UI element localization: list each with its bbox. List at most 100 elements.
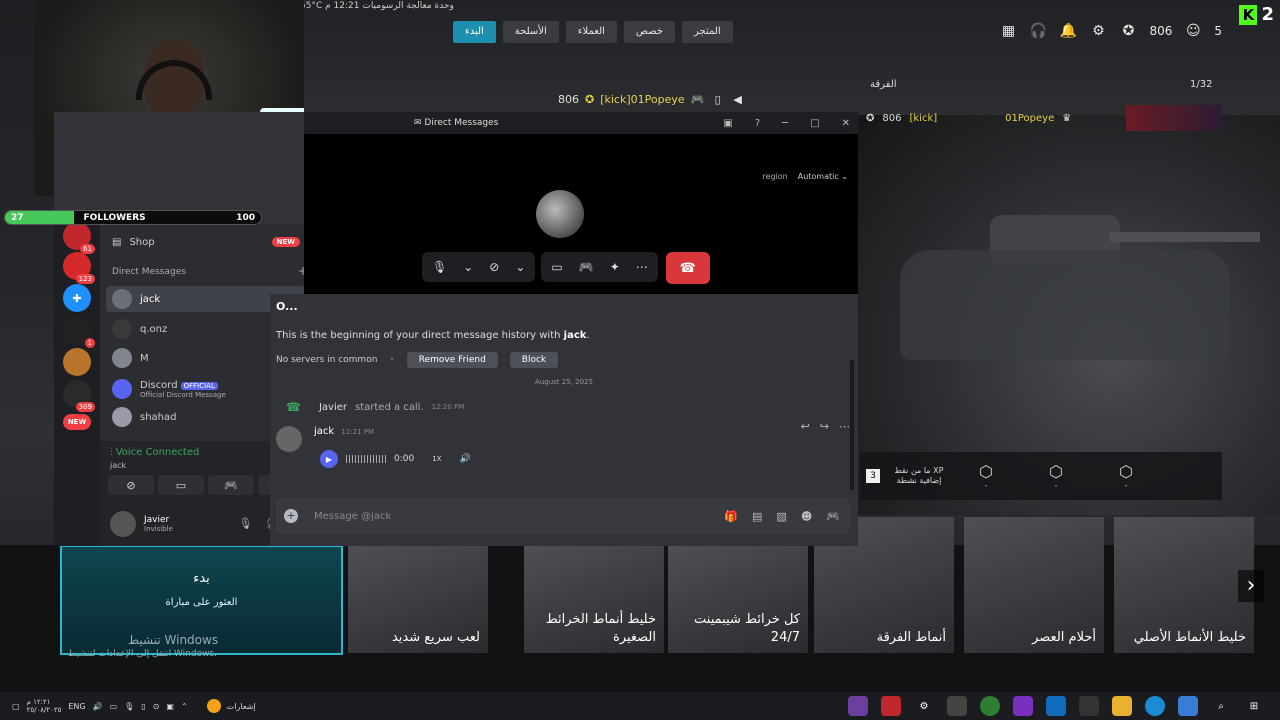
playback-speed[interactable]: 1X	[432, 455, 441, 463]
bell-icon[interactable]: 🔔	[1059, 22, 1077, 40]
tray-app-icon[interactable]: ⊙	[153, 702, 160, 711]
gear-icon[interactable]: ⚙	[1089, 22, 1107, 40]
outlook-icon[interactable]	[1046, 696, 1066, 716]
taskbar-app-icon[interactable]	[947, 696, 967, 716]
sticker-icon[interactable]: ▧	[776, 510, 786, 523]
camera-off-button[interactable]: ⊘	[108, 475, 154, 495]
minimize-icon[interactable]: ─	[782, 118, 788, 129]
battery-icon[interactable]: ▯	[141, 702, 145, 711]
chevron-up-icon[interactable]: ⌃	[181, 702, 188, 711]
grid-icon[interactable]: ▦	[999, 22, 1017, 40]
playlist-tile[interactable]: خليط أنماط الخرائط الصغيرة	[524, 545, 664, 653]
avatar	[112, 348, 132, 368]
tab-play[interactable]: البدء	[453, 21, 496, 43]
search-icon[interactable]: ⌕	[1211, 696, 1231, 716]
block-button[interactable]: Block	[509, 352, 559, 368]
server-icon[interactable]: ✚	[63, 284, 91, 312]
server-new-badge[interactable]: NEW	[63, 414, 91, 430]
voice-message: ▶ 0:00 1X 🔊	[320, 450, 471, 468]
server-icon[interactable]: 309	[63, 380, 95, 412]
find-match-card[interactable]: بدء العثور على مباراة تنشيط Windows انتق…	[60, 545, 343, 659]
server-icon[interactable]: 1	[63, 316, 95, 348]
message-author[interactable]: jack	[314, 426, 334, 437]
server-icon[interactable]: 123	[63, 252, 95, 284]
microphone-icon[interactable]: 🎙	[432, 260, 447, 274]
help-icon[interactable]: ?	[755, 118, 760, 129]
soundboard-icon[interactable]: ✦	[610, 260, 620, 274]
remove-friend-button[interactable]: Remove Friend	[406, 352, 498, 368]
settings-icon[interactable]: ⚙	[914, 696, 934, 716]
add-attachment-icon[interactable]: +	[284, 509, 298, 523]
emoji-icon[interactable]: ☻	[801, 510, 812, 523]
taskbar-app-icon[interactable]	[1013, 696, 1033, 716]
gift-icon[interactable]: 🎁	[724, 510, 738, 523]
activity-button[interactable]: 🎮	[208, 475, 254, 495]
server-icon[interactable]	[63, 348, 91, 376]
playlist-tile[interactable]: خليط الأنماط الأصلي	[1114, 517, 1254, 653]
store-icon[interactable]	[1079, 696, 1099, 716]
microphone-icon[interactable]: 🎙	[238, 517, 252, 530]
chevron-down-icon[interactable]: ⌄	[463, 260, 473, 274]
screen-share-button[interactable]: ▭	[158, 475, 204, 495]
tab-store[interactable]: المتجر	[682, 21, 733, 43]
inbox-icon[interactable]: ▣	[723, 118, 732, 129]
more-icon[interactable]: ⋯	[636, 260, 648, 274]
headset-icon[interactable]: 🎧	[1029, 22, 1047, 40]
edge-icon[interactable]	[1145, 696, 1165, 716]
language-indicator[interactable]: ENG	[68, 702, 85, 711]
more-icon[interactable]: ⋯	[839, 420, 850, 433]
avatar[interactable]	[110, 510, 136, 537]
speaker-icon[interactable]: ◀	[731, 92, 745, 106]
call-user[interactable]: Javier	[319, 402, 347, 413]
gif-icon[interactable]: ▤	[752, 510, 762, 523]
leader-icon: ♛	[1062, 112, 1072, 124]
taskbar-app-icon[interactable]	[881, 696, 901, 716]
clock[interactable]: ١٢:٢١ م ٢٥/٠٨/٢٠٢٥	[27, 698, 62, 714]
play-icon[interactable]: ▶	[320, 450, 338, 468]
tray-app-icon[interactable]: ▣	[166, 702, 174, 711]
message-input[interactable]	[314, 510, 694, 522]
network-icon[interactable]: ▭	[110, 702, 118, 711]
chevron-down-icon[interactable]: ⌄	[515, 260, 525, 274]
playlist-tile[interactable]: لعب سريع شديد	[348, 545, 488, 653]
microphone-icon[interactable]: 🎙	[124, 702, 134, 711]
party-icon[interactable]: ☺	[1184, 22, 1202, 40]
tank-gun	[1110, 232, 1260, 242]
scrollbar[interactable]	[850, 360, 854, 490]
close-icon[interactable]: ✕	[842, 118, 850, 129]
taskbar-app-icon[interactable]	[848, 696, 868, 716]
tab-operators[interactable]: العملاء	[565, 21, 617, 43]
sidebar-item-shop[interactable]: ▤ Shop NEW	[112, 232, 300, 252]
chrome-icon[interactable]	[980, 696, 1000, 716]
avatar[interactable]	[276, 426, 302, 452]
message-hover-controls: ↩ ↪ ⋯	[801, 420, 850, 433]
windows-start-icon[interactable]: ⊞	[1244, 696, 1264, 716]
hang-up-button[interactable]: ☎	[665, 252, 710, 284]
file-explorer-icon[interactable]	[1112, 696, 1132, 716]
forward-icon[interactable]: ↪	[820, 420, 829, 433]
call-time: 12:20 PM	[431, 403, 465, 411]
camera-off-icon[interactable]: ⊘	[489, 260, 499, 274]
region-selector[interactable]: region Automatic ⌄	[762, 172, 848, 181]
copilot-icon[interactable]	[1178, 696, 1198, 716]
volume-icon[interactable]: 🔊	[93, 702, 103, 711]
tab-weapons[interactable]: الأسلحة	[502, 21, 559, 43]
playlist-tile[interactable]: أحلام العصر	[964, 517, 1104, 653]
chevron-right-icon[interactable]: ›	[1238, 570, 1264, 602]
notification-center-icon[interactable]: ▢	[12, 702, 20, 711]
server-icon[interactable]: 61	[63, 222, 95, 254]
activity-icon[interactable]: 🎮	[826, 510, 840, 523]
maximize-icon[interactable]: □	[810, 118, 819, 129]
playlist-tile[interactable]: كل خرائط شيبمينت 24/7	[668, 545, 808, 653]
notifications-widget[interactable]: إشعارات	[206, 699, 256, 713]
playlist-label: كل خرائط شيبمينت 24/7	[694, 612, 800, 645]
tab-customize[interactable]: خصص	[623, 21, 676, 43]
squad-member[interactable]: ✪ 806 [kick] 01Popeye ♛	[866, 104, 1222, 132]
volume-icon[interactable]: 🔊	[459, 454, 470, 464]
screen: 55°C وحدة معالجة الرسوميات 12:21 م البدء…	[0, 0, 1280, 720]
reply-icon[interactable]: ↩	[801, 420, 810, 433]
avatar	[112, 289, 132, 309]
activity-icon[interactable]: 🎮	[579, 260, 594, 274]
waveform[interactable]	[346, 455, 386, 463]
screen-share-icon[interactable]: ▭	[551, 260, 562, 274]
